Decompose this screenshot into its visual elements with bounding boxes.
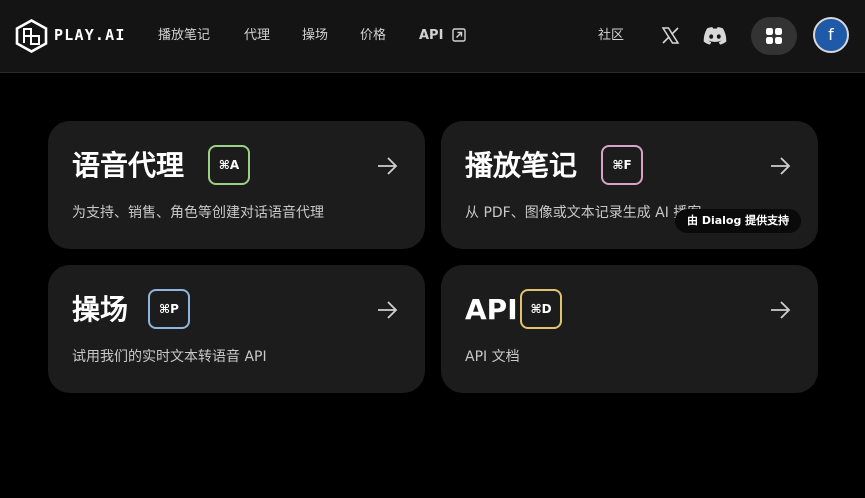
apps-grid-icon [766, 28, 782, 44]
powered-by-tooltip: 由 Dialog 提供支持 [675, 209, 802, 233]
apps-menu-button[interactable] [751, 17, 797, 55]
external-link-icon [452, 28, 466, 42]
card-playground[interactable]: 操场 ⌘P 试用我们的实时文本转语音 API [48, 265, 425, 393]
card-description: 从 PDF、图像或文本记录生成 AI 播客 [465, 205, 702, 221]
card-title: 播放笔记 [465, 149, 578, 182]
card-api[interactable]: API ⌘D API 文档 [441, 265, 818, 393]
arrow-right-icon [378, 301, 398, 319]
nav-item-agents[interactable]: 代理 [244, 27, 270, 45]
nav-item-community[interactable]: 社区 [598, 27, 624, 45]
x-icon[interactable] [661, 26, 680, 45]
nav-item-api[interactable]: API [419, 27, 443, 45]
discord-icon[interactable] [702, 26, 728, 46]
shortcut-badge: ⌘A [208, 145, 250, 185]
card-description: 试用我们的实时文本转语音 API [72, 349, 267, 365]
card-title: 操场 [72, 293, 129, 326]
shortcut-badge: ⌘P [148, 289, 190, 329]
shortcut-badge: ⌘F [601, 145, 643, 185]
card-title: API [465, 293, 518, 326]
card-voice-agents[interactable]: 语音代理 ⌘A 为支持、销售、角色等创建对话语音代理 [48, 121, 425, 249]
top-navigation-bar: PLAY.AI 播放笔记 代理 操场 价格 API 社区 f [0, 0, 865, 73]
arrow-right-icon [378, 157, 398, 175]
arrow-right-icon [771, 301, 791, 319]
shortcut-badge: ⌘D [520, 289, 562, 329]
user-avatar[interactable]: f [813, 17, 849, 53]
arrow-right-icon [771, 157, 791, 175]
play-ai-logo-icon[interactable] [15, 19, 48, 53]
brand-name[interactable]: PLAY.AI [54, 26, 126, 44]
card-description: API 文档 [465, 349, 520, 365]
nav-item-pricing[interactable]: 价格 [360, 27, 386, 45]
card-title: 语音代理 [72, 149, 185, 182]
nav-item-playground[interactable]: 操场 [302, 27, 328, 45]
card-description: 为支持、销售、角色等创建对话语音代理 [72, 205, 324, 221]
nav-item-podcast-notes[interactable]: 播放笔记 [158, 27, 210, 45]
